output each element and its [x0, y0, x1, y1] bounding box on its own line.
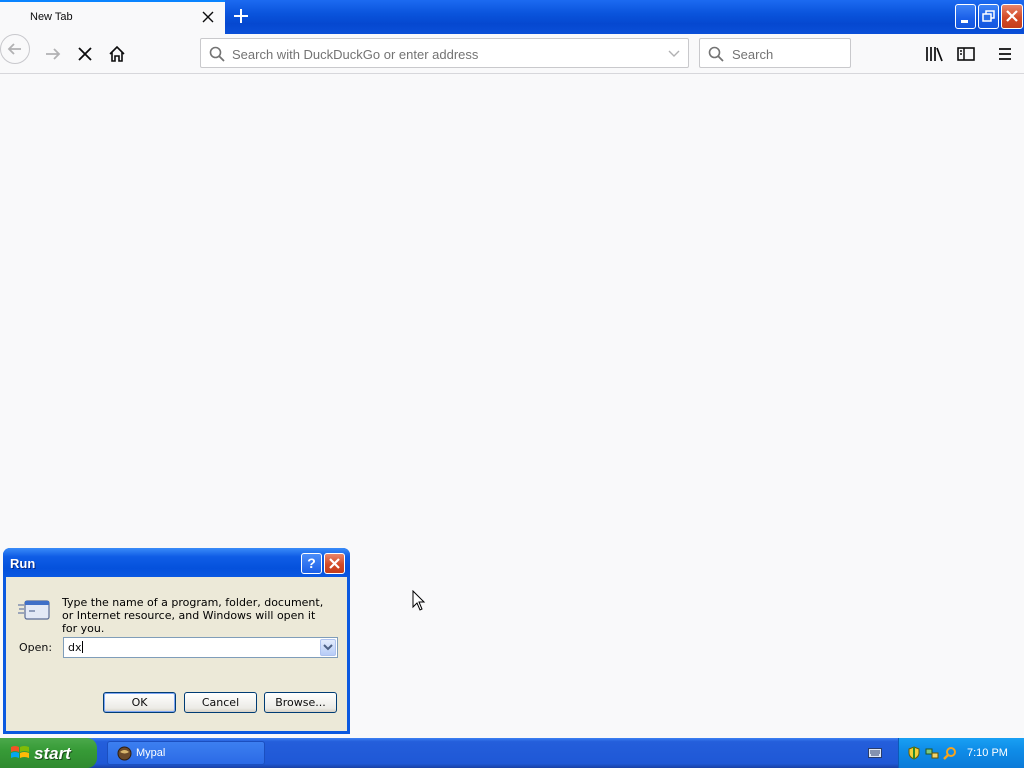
address-bar-placeholder: Search with DuckDuckGo or enter address	[232, 47, 479, 62]
start-label: start	[34, 744, 71, 763]
sidebar-toggle-icon[interactable]	[955, 43, 977, 65]
network-icon[interactable]	[925, 746, 939, 760]
tab-new-tab[interactable]: New Tab	[0, 0, 225, 34]
system-tray: 7:10 PM	[898, 738, 1024, 768]
help-button[interactable]: ?	[301, 553, 322, 574]
taskbar-item-label: Mypal	[136, 747, 166, 759]
security-shield-icon[interactable]	[907, 746, 921, 760]
open-dropdown-button[interactable]	[320, 639, 336, 656]
stop-loading-icon[interactable]	[74, 43, 96, 65]
taskbar: start Mypal 7:10 PM	[0, 738, 1024, 768]
search-bar-placeholder: Search	[732, 47, 774, 62]
start-button[interactable]: start	[0, 738, 97, 768]
navigation-toolbar: Search with DuckDuckGo or enter address …	[0, 34, 1024, 74]
back-arrow-icon	[7, 43, 21, 55]
run-dialog-body: Type the name of a program, folder, docu…	[6, 577, 347, 731]
minimize-button[interactable]	[955, 4, 976, 29]
browse-button[interactable]: Browse...	[264, 692, 337, 713]
forward-arrow-icon[interactable]	[42, 43, 64, 65]
back-button[interactable]	[0, 34, 30, 64]
tab-title: New Tab	[30, 11, 73, 23]
ok-button[interactable]: OK	[103, 692, 176, 713]
open-combobox[interactable]: dx	[63, 637, 338, 658]
mypal-icon	[117, 746, 132, 761]
taskbar-item-mypal[interactable]: Mypal	[107, 741, 265, 765]
run-dialog-description: Type the name of a program, folder, docu…	[62, 596, 324, 635]
hamburger-menu-icon[interactable]	[994, 43, 1016, 65]
chevron-down-icon	[323, 644, 333, 651]
close-window-button[interactable]	[1001, 4, 1023, 29]
run-dialog-close-button[interactable]	[324, 553, 345, 574]
chevron-down-icon[interactable]	[668, 50, 680, 58]
browser-title-bar: New Tab	[0, 0, 1024, 34]
run-dialog: Run ? Type the name of a program, folder…	[3, 548, 350, 734]
restore-button[interactable]	[978, 4, 999, 29]
minimize-icon	[961, 20, 968, 23]
run-dialog-title: Run	[10, 556, 36, 571]
text-caret	[81, 641, 83, 653]
open-input-value: dx	[68, 641, 82, 654]
run-program-icon	[18, 600, 50, 620]
open-label: Open:	[19, 641, 53, 654]
library-icon[interactable]	[923, 43, 945, 65]
open-input[interactable]: dx	[68, 641, 83, 654]
search-bar[interactable]: Search	[699, 38, 851, 68]
close-icon	[1006, 10, 1018, 22]
cancel-button[interactable]: Cancel	[184, 692, 257, 713]
clock[interactable]: 7:10 PM	[967, 747, 1008, 759]
run-dialog-title-bar[interactable]: Run ?	[3, 548, 350, 577]
new-tab-plus-icon[interactable]	[232, 7, 250, 25]
restore-icon	[982, 10, 995, 22]
search-icon[interactable]	[943, 746, 957, 760]
close-icon	[329, 558, 340, 569]
tab-close-icon[interactable]	[201, 10, 215, 24]
search-icon	[209, 46, 225, 62]
windows-logo-icon	[11, 746, 29, 758]
address-bar[interactable]: Search with DuckDuckGo or enter address	[200, 38, 689, 68]
mouse-pointer-icon	[412, 590, 426, 611]
search-icon	[708, 46, 724, 62]
home-icon[interactable]	[106, 43, 128, 65]
keyboard-language-icon[interactable]	[868, 747, 882, 759]
